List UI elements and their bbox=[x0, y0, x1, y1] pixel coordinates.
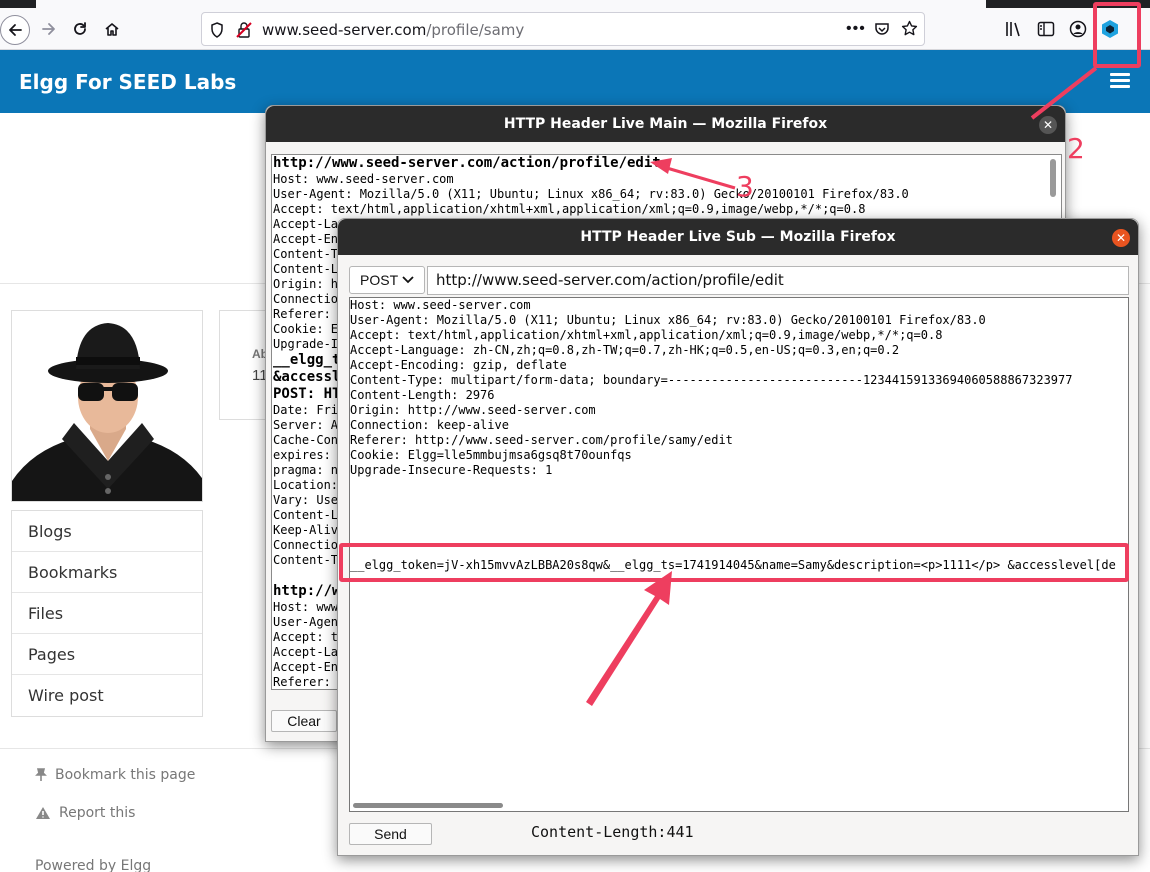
pocket-icon[interactable] bbox=[874, 21, 890, 37]
request-headers-text: Host: www.seed-server.com User-Agent: Moz… bbox=[350, 298, 1072, 478]
site-topbar: Elgg For SEED Labs bbox=[0, 50, 1150, 113]
url-path: /profile/samy bbox=[426, 21, 525, 39]
close-icon: ✕ bbox=[1042, 118, 1054, 132]
log-line: Host: www.seed-server.com bbox=[273, 172, 454, 186]
reload-icon bbox=[74, 22, 86, 35]
send-button[interactable]: Send bbox=[349, 823, 432, 845]
active-tab[interactable] bbox=[36, 0, 986, 8]
sub-window-title: HTTP Header Live Sub — Mozilla Firefox bbox=[338, 219, 1138, 255]
back-button[interactable] bbox=[0, 15, 30, 45]
warning-icon bbox=[36, 807, 50, 819]
header-line: Accept-Language: zh-CN,zh;q=0.8,zh-TW;q=… bbox=[350, 343, 900, 357]
header-line: Content-Type: multipart/form-data; bound… bbox=[350, 373, 1073, 387]
tab-strip bbox=[0, 0, 1150, 8]
library-icon[interactable] bbox=[1005, 20, 1023, 38]
pushpin-icon bbox=[35, 768, 47, 781]
profile-owner-menu: Blogs Bookmarks Files Pages Wire post bbox=[11, 510, 203, 717]
annotation-box-extension-icon bbox=[1093, 2, 1141, 68]
bookmark-page-label: Bookmark this page bbox=[55, 767, 196, 783]
powered-by-link[interactable]: Powered by Elgg bbox=[35, 858, 151, 872]
report-this-link[interactable]: Report this bbox=[35, 805, 135, 821]
menu-item-pages[interactable]: Pages bbox=[12, 634, 202, 675]
url-text[interactable]: www.seed-server.com/profile/samy bbox=[262, 21, 524, 39]
main-window-title: HTTP Header Live Main — Mozilla Firefox bbox=[266, 106, 1065, 142]
site-name[interactable]: Elgg For SEED Labs bbox=[19, 70, 236, 94]
reload-button[interactable] bbox=[66, 16, 94, 42]
log-line: Accept: text/html,application/xhtml+xml,… bbox=[273, 202, 866, 216]
powered-by-label: Powered by Elgg bbox=[35, 858, 152, 872]
url-host: www.seed-server.com bbox=[262, 21, 427, 39]
page-actions-more-icon[interactable]: ••• bbox=[846, 20, 866, 38]
forward-icon bbox=[42, 23, 55, 35]
hamburger-menu-icon[interactable] bbox=[1110, 73, 1130, 89]
menu-item-blogs[interactable]: Blogs bbox=[12, 511, 202, 552]
shield-icon[interactable] bbox=[210, 22, 224, 38]
profile-avatar[interactable] bbox=[11, 310, 203, 502]
menu-item-bookmarks[interactable]: Bookmarks bbox=[12, 552, 202, 593]
request-url-input[interactable]: http://www.seed-server.com/action/profil… bbox=[427, 266, 1129, 295]
url-bar[interactable]: www.seed-server.com/profile/samy ••• bbox=[201, 12, 925, 46]
navigation-toolbar: www.seed-server.com/profile/samy ••• bbox=[0, 8, 1150, 50]
insecure-lock-icon[interactable] bbox=[236, 21, 252, 39]
method-select[interactable]: POST bbox=[349, 266, 425, 294]
home-icon bbox=[105, 23, 119, 36]
bookmark-page-link[interactable]: Bookmark this page bbox=[35, 767, 195, 783]
horizontal-scrollbar[interactable] bbox=[353, 803, 503, 808]
close-icon: ✕ bbox=[1115, 231, 1127, 245]
spy-avatar-icon bbox=[12, 311, 202, 501]
header-line: Accept: text/html,application/xhtml+xml,… bbox=[350, 328, 943, 342]
header-line: Origin: http://www.seed-server.com bbox=[350, 403, 596, 417]
header-line: Host: www.seed-server.com bbox=[350, 298, 531, 312]
bookmark-star-icon[interactable] bbox=[901, 20, 918, 37]
main-window-close-button[interactable]: ✕ bbox=[1039, 116, 1057, 134]
annotation-label-3: 3 bbox=[736, 170, 754, 203]
back-icon bbox=[9, 24, 22, 36]
account-icon[interactable] bbox=[1069, 20, 1087, 38]
header-line: User-Agent: Mozilla/5.0 (X11; Ubuntu; Li… bbox=[350, 313, 986, 327]
log-line: http://www.seed-server.com/action/profil… bbox=[273, 155, 661, 171]
vertical-scrollbar[interactable] bbox=[1050, 159, 1056, 197]
annotation-box-request-body bbox=[339, 543, 1129, 582]
header-line: Accept-Encoding: gzip, deflate bbox=[350, 358, 567, 372]
http-header-live-sub-window: HTTP Header Live Sub — Mozilla Firefox ✕… bbox=[337, 218, 1139, 856]
forward-button[interactable] bbox=[35, 16, 63, 42]
header-line: Referer: http://www.seed-server.com/prof… bbox=[350, 433, 733, 447]
report-this-label: Report this bbox=[59, 805, 136, 821]
clear-button[interactable]: Clear bbox=[271, 710, 337, 732]
menu-item-wire-post[interactable]: Wire post bbox=[12, 675, 202, 716]
sidebar-icon[interactable] bbox=[1037, 20, 1055, 38]
annotation-label-2: 2 bbox=[1067, 132, 1085, 165]
chevron-down-icon bbox=[402, 276, 414, 284]
header-line: Upgrade-Insecure-Requests: 1 bbox=[350, 463, 553, 477]
header-line: Cookie: Elgg=lle5mmbujmsa6gsq8t70ounfqs bbox=[350, 448, 632, 462]
menu-item-files[interactable]: Files bbox=[12, 593, 202, 634]
log-line: User-Agent: Mozilla/5.0 (X11; Ubuntu; Li… bbox=[273, 187, 909, 201]
method-value: POST bbox=[360, 272, 399, 288]
header-line: Connection: keep-alive bbox=[350, 418, 509, 432]
content-length-label: Content-Length:441 bbox=[531, 823, 694, 841]
header-line: Content-Length: 2976 bbox=[350, 388, 495, 402]
sub-window-close-button[interactable]: ✕ bbox=[1112, 229, 1130, 247]
home-button[interactable] bbox=[98, 16, 126, 42]
